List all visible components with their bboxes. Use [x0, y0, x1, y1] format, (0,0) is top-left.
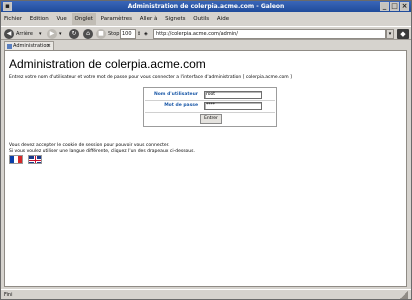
forward-history-dropdown-icon[interactable]: ▾ — [59, 30, 62, 38]
username-input[interactable]: root — [204, 91, 262, 99]
language-note-line: Si vous voulez utiliser une langue diffé… — [9, 148, 195, 154]
form-divider — [145, 100, 275, 101]
menu-edition[interactable]: Edition — [27, 13, 52, 25]
menu-bar: Fichier Edition Vue Onglet Paramètres Al… — [1, 13, 411, 25]
minimize-button[interactable]: _ — [380, 2, 389, 11]
url-history-dropdown-icon[interactable]: ▾ — [386, 29, 394, 39]
menu-onglet[interactable]: Onglet — [71, 13, 96, 25]
password-label: Mot de passe — [164, 103, 198, 108]
navigation-toolbar: ◀ Arrière ▾ ▶ ▾ ↻ ⌂ ■ Stop 100 ⇕ ◈ http:… — [1, 26, 411, 40]
browser-window: ▪ Administration de colerpia.acme.com - … — [0, 0, 412, 300]
page-favicon-icon: ◈ — [144, 31, 148, 37]
cookie-note-line: Vous devez accepter le cookie de session… — [9, 143, 170, 148]
url-input[interactable]: http://colerpia.acme.com/admin/ — [153, 29, 386, 39]
forward-arrow-icon[interactable]: ▶ — [47, 29, 57, 39]
menu-aller[interactable]: Aller à — [137, 13, 161, 25]
login-form: Nom d'utilisateur root Mot de passe ****… — [143, 87, 277, 127]
menu-fichier[interactable]: Fichier — [1, 13, 25, 25]
back-history-dropdown-icon[interactable]: ▾ — [39, 30, 42, 38]
english-flag-icon[interactable] — [28, 155, 42, 164]
stop-icon[interactable]: ■ — [96, 29, 106, 39]
back-arrow-icon[interactable]: ◀ — [4, 29, 14, 39]
form-divider — [145, 112, 275, 113]
status-bar: Fini — [1, 289, 411, 299]
zoom-spinner-icon[interactable]: ⇕ — [137, 30, 141, 38]
stop-button-label[interactable]: Stop — [108, 30, 119, 38]
menu-outils[interactable]: Outils — [190, 13, 212, 25]
home-icon[interactable]: ⌂ — [83, 29, 93, 39]
page-content: Administration de colerpia.acme.com Entr… — [4, 50, 407, 287]
username-label: Nom d'utilisateur — [153, 92, 198, 97]
window-title: Administration de colerpia.acme.com - Ga… — [127, 3, 285, 10]
title-bar: ▪ Administration de colerpia.acme.com - … — [1, 1, 411, 12]
resize-grip-icon[interactable] — [400, 291, 408, 299]
menu-parametres[interactable]: Paramètres — [98, 13, 135, 25]
maximize-button[interactable]: □ — [390, 2, 399, 11]
tab-bar: Administration a × — [1, 41, 411, 58]
intro-text: Entrez votre nom d'utilisateur et votre … — [9, 75, 292, 80]
window-menu-button[interactable]: ▪ — [3, 2, 12, 11]
tab-favicon-icon — [7, 44, 12, 49]
submit-button[interactable]: Entrer — [200, 114, 222, 124]
reload-icon[interactable]: ↻ — [69, 29, 79, 39]
french-flag-icon[interactable] — [9, 155, 23, 164]
close-button[interactable]: × — [400, 2, 409, 11]
cookie-note: Vous devez accepter le cookie de session… — [9, 143, 195, 154]
back-button-label[interactable]: Arrière — [16, 30, 33, 38]
menu-signets[interactable]: Signets — [162, 13, 188, 25]
go-icon[interactable]: ◆ — [397, 29, 409, 39]
page-title: Administration de colerpia.acme.com — [9, 57, 206, 71]
status-text: Fini — [4, 292, 13, 298]
menu-vue[interactable]: Vue — [54, 13, 70, 25]
zoom-spinbox[interactable]: 100 — [120, 29, 136, 39]
password-input[interactable]: **** — [204, 102, 262, 110]
menu-aide[interactable]: Aide — [214, 13, 232, 25]
